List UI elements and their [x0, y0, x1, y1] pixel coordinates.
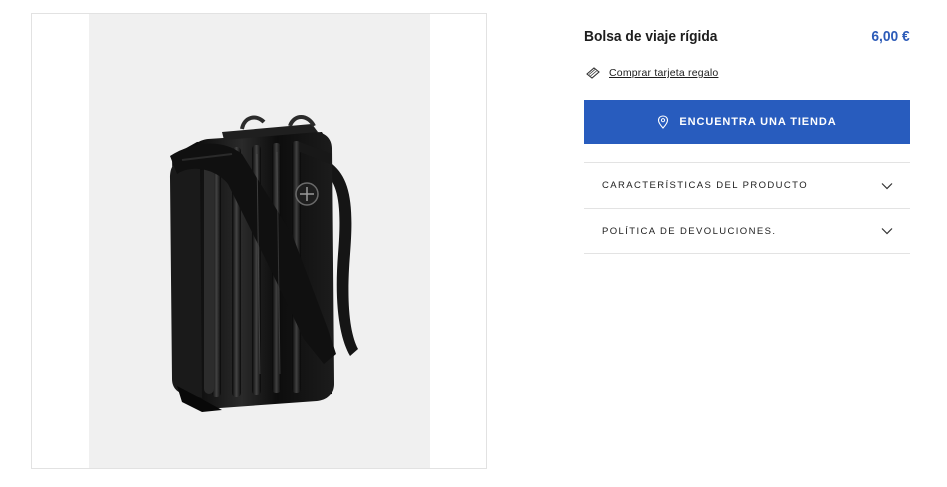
product-price: 6,00 €	[871, 27, 910, 45]
title-row: Bolsa de viaje rígida 6,00 €	[584, 25, 910, 47]
accordion-label: POLÍTICA DE DEVOLUCIONES.	[602, 225, 777, 237]
chevron-down-icon	[881, 228, 893, 235]
gift-card-icon	[586, 67, 600, 79]
product-image	[170, 115, 358, 412]
accordion-return-policy[interactable]: POLÍTICA DE DEVOLUCIONES.	[584, 208, 910, 254]
product-accordion: CARACTERÍSTICAS DEL PRODUCTO POLÍTICA DE…	[584, 162, 910, 254]
accordion-product-features[interactable]: CARACTERÍSTICAS DEL PRODUCTO	[584, 162, 910, 208]
product-image-frame[interactable]	[31, 13, 487, 469]
product-page: Bolsa de viaje rígida 6,00 € Comprar tar…	[0, 0, 947, 487]
product-title: Bolsa de viaje rígida	[584, 27, 718, 45]
accordion-label: CARACTERÍSTICAS DEL PRODUCTO	[602, 180, 809, 191]
find-store-button-label: ENCUENTRA UNA TIENDA	[679, 116, 837, 128]
gift-card-link-label: Comprar tarjeta regalo	[609, 67, 719, 79]
gift-card-link[interactable]: Comprar tarjeta regalo	[585, 65, 718, 81]
chevron-down-icon	[881, 182, 893, 189]
location-pin-icon	[658, 115, 669, 129]
find-store-button[interactable]: ENCUENTRA UNA TIENDA	[584, 100, 910, 144]
